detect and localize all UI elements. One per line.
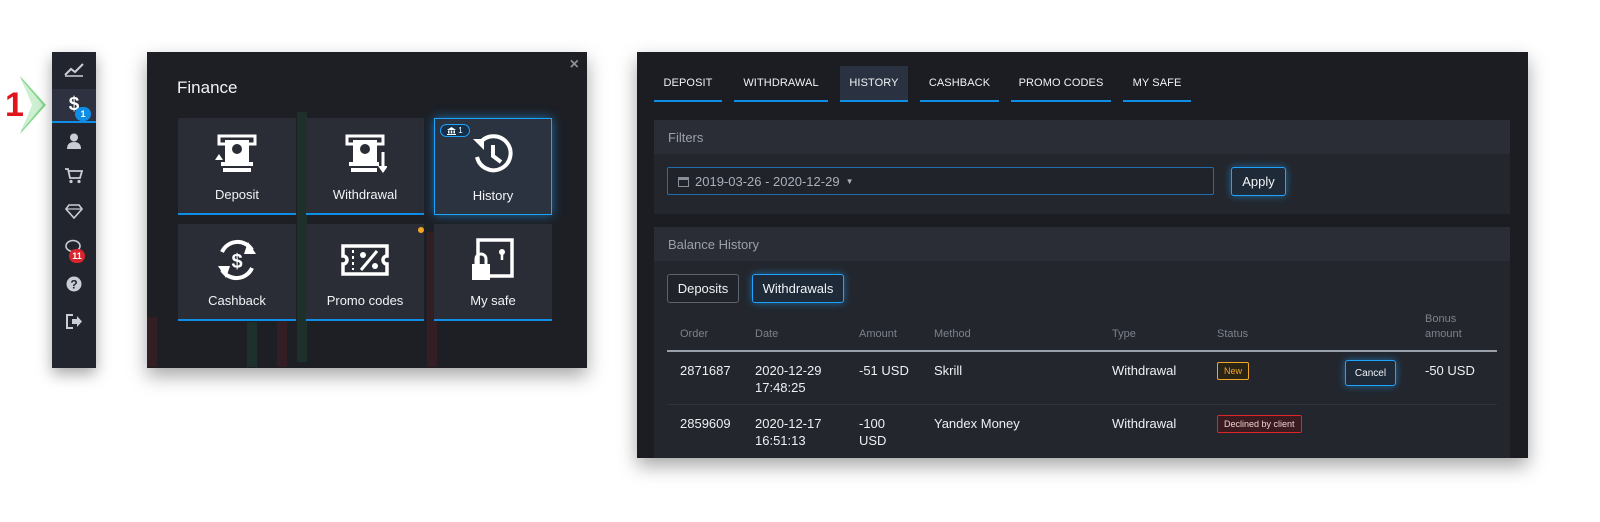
column-header-type: Type bbox=[1112, 328, 1136, 340]
promo-icon bbox=[341, 244, 389, 276]
row-1-amount: -51 USD bbox=[859, 363, 909, 378]
column-header-bonus-amount: Bonus amount bbox=[1425, 313, 1462, 340]
row-1-method: Skrill bbox=[934, 363, 963, 378]
row-2-amount-currency: USD bbox=[859, 433, 887, 448]
deposit-tile[interactable]: Deposit bbox=[178, 118, 296, 215]
svg-text:$: $ bbox=[231, 251, 242, 273]
history-label: History bbox=[472, 188, 514, 203]
row-2-method: Yandex Money bbox=[934, 416, 1020, 431]
logout-icon bbox=[65, 313, 82, 329]
status-badge-new: New bbox=[1217, 362, 1250, 380]
history-panel: DEPOSIT WITHDRAWAL HISTORY CASHBACK PROM… bbox=[637, 52, 1528, 458]
row-2-amount-value: -100 bbox=[859, 416, 886, 431]
cashback-label: Cashback bbox=[208, 293, 266, 308]
row-2-time: 16:51:13 bbox=[755, 433, 806, 448]
step-1-arrow-icon bbox=[20, 76, 46, 134]
history-icon bbox=[473, 134, 513, 173]
filters-header: Filters bbox=[654, 120, 1510, 154]
apply-button[interactable]: Apply bbox=[1231, 167, 1286, 196]
notification-dot bbox=[418, 227, 424, 233]
row-1-time: 17:48:25 bbox=[755, 380, 806, 395]
my-safe-label: My safe bbox=[470, 293, 516, 308]
withdrawal-tile[interactable]: Withdrawal bbox=[306, 118, 424, 215]
date-range-input[interactable]: 2019-03-26 - 2020-12-29 ▼ bbox=[667, 167, 1214, 195]
close-icon[interactable]: × bbox=[570, 56, 579, 74]
help-icon: ? bbox=[66, 276, 82, 292]
background-candle bbox=[147, 317, 157, 367]
withdrawal-icon bbox=[345, 134, 387, 173]
chat-badge: 11 bbox=[69, 249, 85, 263]
tab-deposit[interactable]: DEPOSIT bbox=[654, 66, 722, 102]
user-icon bbox=[67, 133, 81, 149]
sidebar-item-help[interactable]: ? bbox=[52, 267, 96, 301]
column-header-amount: Amount bbox=[859, 328, 897, 340]
withdrawals-filter-button[interactable]: Withdrawals bbox=[752, 274, 844, 303]
history-tile[interactable]: 1 History bbox=[434, 118, 552, 215]
finance-panel: Finance × Deposit Withdrawal 1 History $… bbox=[147, 52, 587, 368]
sidebar-item-finance[interactable]: $ 1 bbox=[52, 89, 96, 123]
cancel-button[interactable]: Cancel bbox=[1345, 360, 1396, 386]
column-header-order: Order bbox=[680, 328, 709, 340]
table-header-divider bbox=[667, 350, 1497, 352]
promo-codes-label: Promo codes bbox=[326, 293, 404, 308]
tab-promo-codes[interactable]: PROMO CODES bbox=[1011, 66, 1111, 102]
cart-icon bbox=[65, 168, 83, 184]
tab-cashback[interactable]: CASHBACK bbox=[920, 66, 999, 102]
history-badge-count: 1 bbox=[458, 126, 463, 135]
column-header-date: Date bbox=[755, 328, 779, 340]
bank-icon bbox=[447, 126, 457, 135]
chart-icon bbox=[64, 63, 84, 77]
row-1-type: Withdrawal bbox=[1112, 363, 1177, 378]
finance-badge: 1 bbox=[75, 107, 91, 121]
finance-title: Finance bbox=[177, 78, 238, 97]
tab-history[interactable]: HISTORY bbox=[840, 66, 908, 102]
balance-history-header: Balance History bbox=[654, 227, 1510, 261]
withdrawal-label: Withdrawal bbox=[332, 187, 398, 202]
sidebar-item-achievements[interactable] bbox=[52, 194, 96, 228]
background-candle bbox=[247, 322, 257, 367]
sidebar-item-chat[interactable]: 11 bbox=[52, 230, 96, 264]
sidebar-item-profile[interactable] bbox=[52, 124, 96, 158]
row-1-order: 2871687 bbox=[680, 363, 731, 378]
deposits-filter-button[interactable]: Deposits bbox=[667, 274, 739, 303]
column-header-method: Method bbox=[934, 328, 971, 340]
row-1-date: 2020-12-29 bbox=[755, 363, 822, 378]
safe-icon bbox=[472, 238, 514, 280]
tab-withdrawal[interactable]: WITHDRAWAL bbox=[734, 66, 828, 102]
sidebar: $ 1 11 ? bbox=[52, 52, 96, 368]
svg-text:?: ? bbox=[70, 278, 77, 292]
date-range-value: 2019-03-26 - 2020-12-29 bbox=[695, 173, 840, 189]
row-1-bonus-amount: -50 USD bbox=[1425, 363, 1475, 378]
row-divider bbox=[667, 404, 1497, 405]
sidebar-item-market[interactable] bbox=[52, 159, 96, 193]
history-badge: 1 bbox=[440, 124, 470, 137]
status-badge-declined: Declined by client bbox=[1217, 415, 1302, 433]
promo-codes-tile[interactable]: Promo codes bbox=[306, 224, 424, 321]
deposit-icon bbox=[215, 134, 257, 172]
cashback-tile[interactable]: $ Cashback bbox=[178, 224, 296, 321]
row-2-type: Withdrawal bbox=[1112, 416, 1177, 431]
diamond-icon bbox=[65, 203, 83, 219]
column-header-status: Status bbox=[1217, 328, 1249, 340]
my-safe-tile[interactable]: My safe bbox=[434, 224, 552, 321]
row-2-date: 2020-12-17 bbox=[755, 416, 822, 431]
row-2-order: 2859609 bbox=[680, 416, 731, 431]
sidebar-item-trading[interactable] bbox=[52, 52, 96, 86]
tab-my-safe[interactable]: MY SAFE bbox=[1123, 66, 1191, 102]
calendar-icon bbox=[678, 176, 689, 187]
deposit-label: Deposit bbox=[214, 187, 260, 202]
cashback-icon: $ bbox=[218, 239, 256, 281]
sidebar-item-logout[interactable] bbox=[52, 304, 96, 338]
caret-down-icon: ▼ bbox=[845, 176, 854, 186]
